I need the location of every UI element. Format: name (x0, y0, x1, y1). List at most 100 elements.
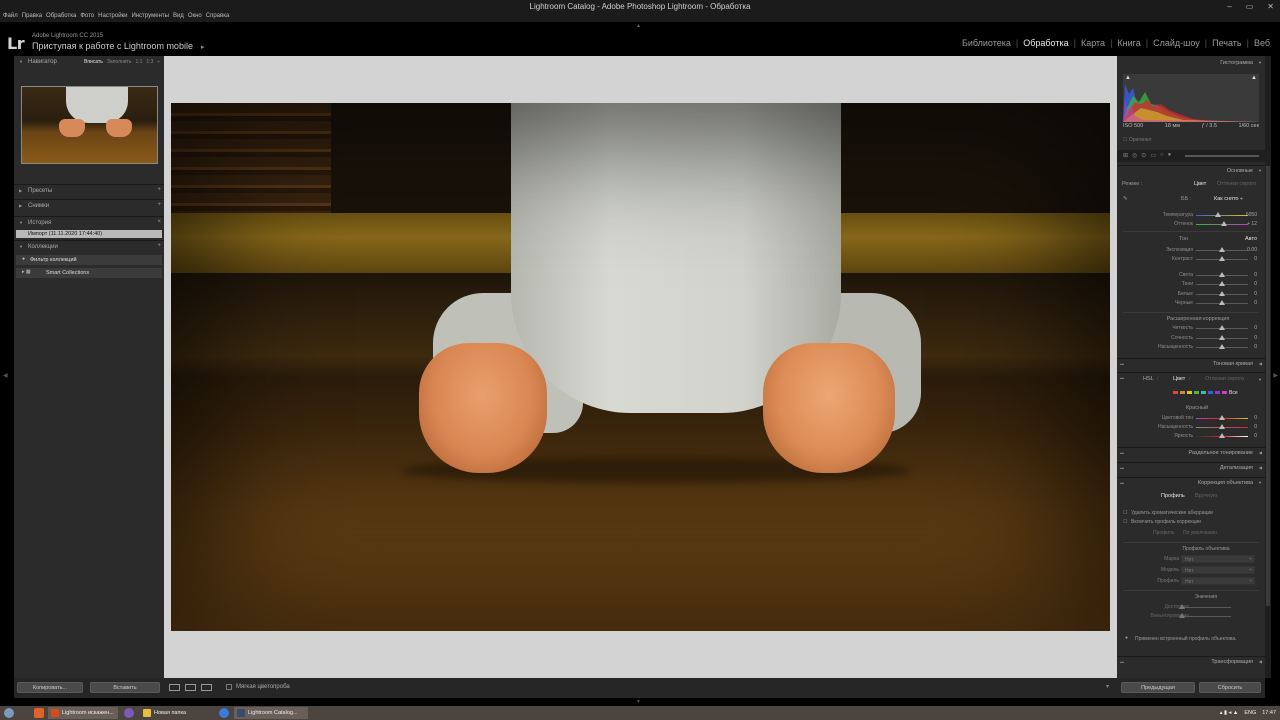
slider-value[interactable]: 0 (1254, 415, 1257, 421)
setup-select[interactable]: По умолчанию (1183, 530, 1217, 536)
slider-knob[interactable] (1219, 281, 1225, 286)
slider-knob[interactable] (1219, 424, 1225, 429)
right-basic-contrast-slider-row[interactable]: Контраст 0 (1117, 255, 1265, 264)
color-swatch-1[interactable] (1180, 391, 1185, 394)
lens-manual-tab[interactable]: Вручную (1195, 493, 1217, 499)
add-collection-icon[interactable]: + (157, 243, 161, 249)
spot-removal-icon[interactable]: ◎ (1132, 152, 1137, 159)
top-panel-toggle-icon[interactable]: ▲ (636, 23, 641, 29)
loupe-view-icon[interactable] (169, 684, 180, 691)
menu-window[interactable]: Окно (188, 13, 202, 19)
presets-header[interactable]: ▶ Пресеты + (14, 184, 164, 196)
slider-knob[interactable] (1219, 256, 1225, 261)
minimize-button[interactable]: – (1227, 2, 1231, 11)
history-step[interactable]: Импорт (11.11.2020 17:44:40) (16, 230, 162, 238)
right-hsl-hue-slider-row[interactable]: Цветовой тон 0 (1117, 414, 1265, 423)
module-2[interactable]: Карта (1077, 38, 1109, 48)
clear-history-icon[interactable]: × (157, 219, 161, 225)
auto-tone-button[interactable]: Авто (1245, 236, 1257, 242)
collections-header[interactable]: ▼ Коллекции + (14, 240, 164, 252)
slider-knob[interactable] (1219, 344, 1225, 349)
eyedropper-icon[interactable]: ✎ (1123, 196, 1128, 202)
module-3[interactable]: Книга (1113, 38, 1144, 48)
slider-value[interactable]: 0 (1254, 335, 1257, 341)
slider-knob[interactable] (1220, 221, 1227, 226)
right-hsl-lum-slider-row[interactable]: Яркость 0 (1117, 432, 1265, 441)
smart-collections-row[interactable]: ▸ ▦ Smart Collections (16, 268, 162, 278)
menu-view[interactable]: Вид (173, 13, 184, 19)
treatment-color-option[interactable]: Цвет (1194, 181, 1206, 187)
snapshots-header[interactable]: ▶ Снимки + (14, 199, 164, 211)
menu-file[interactable]: Файл (3, 13, 18, 19)
left-panel-toggle-icon[interactable]: ◀ (3, 372, 8, 379)
close-button[interactable]: ✕ (1267, 2, 1274, 11)
bw-tab[interactable]: Оттенки серого (1205, 376, 1244, 382)
slider-knob[interactable] (1219, 247, 1225, 252)
right-hsl-sat-slider-row[interactable]: Насыщенность 0 (1117, 423, 1265, 432)
slider-value[interactable]: 0 (1254, 256, 1257, 262)
softproof-checkbox[interactable] (226, 684, 232, 690)
navigator-preview[interactable] (21, 86, 158, 164)
original-photo-toggle[interactable]: ☐ Оригинал (1123, 137, 1151, 143)
copy-settings-button[interactable]: Копировать... (17, 682, 83, 693)
vignetting-knob[interactable] (1179, 613, 1185, 618)
tray-icons[interactable]: ▴ ▮ ◂ ▲ (1220, 710, 1239, 716)
panel-switch-icon[interactable]: ▬ (1120, 361, 1124, 366)
slider-value[interactable]: 0 (1254, 300, 1257, 306)
filmstrip-toggle-icon[interactable]: ▼ (636, 699, 641, 705)
start-button-icon[interactable] (4, 708, 14, 718)
make-select[interactable]: Нет ÷ (1181, 555, 1255, 563)
slider-value[interactable]: 0 (1254, 325, 1257, 331)
radial-filter-icon[interactable]: ○ (1160, 152, 1164, 159)
slider-knob[interactable] (1219, 433, 1225, 438)
model-select[interactable]: Нет ÷ (1181, 566, 1255, 574)
shadow-clipping-icon[interactable]: ▲ (1125, 75, 1131, 81)
histogram-header[interactable]: Гистограмма ▼ (1117, 58, 1265, 69)
right-basic-temp-slider-row[interactable]: Температура 6050 (1117, 211, 1265, 220)
firefox-icon[interactable] (34, 708, 44, 718)
slider-knob[interactable] (1219, 325, 1225, 330)
menu-photo[interactable]: Фото (80, 13, 94, 19)
maximize-button[interactable]: ▭ (1246, 2, 1254, 11)
right-basic-blacks-slider-row[interactable]: Черные 0 (1117, 299, 1265, 308)
scrollbar-thumb[interactable] (1266, 166, 1270, 606)
right-basic-highlights-slider-row[interactable]: Света 0 (1117, 271, 1265, 280)
vignetting-track[interactable] (1181, 616, 1231, 617)
color-swatch-2[interactable] (1187, 391, 1192, 394)
zoom-fill[interactable]: Заполнить (107, 59, 132, 65)
loupe-view[interactable] (164, 56, 1117, 678)
adjustment-brush-icon[interactable]: ● (1168, 152, 1172, 159)
slider-knob[interactable] (1219, 291, 1225, 296)
panel-switch-icon[interactable]: ▬ (1120, 375, 1124, 380)
profile-select[interactable]: Нет ÷ (1181, 577, 1255, 585)
right-basic-tint-slider-row[interactable]: Оттенок + 12 (1117, 220, 1265, 229)
treatment-bw-option[interactable]: Оттенки серого (1217, 181, 1256, 187)
collection-filter[interactable]: ● Фильтр коллекций (16, 255, 162, 265)
right-panel-scrollbar[interactable] (1265, 56, 1271, 678)
highlight-clipping-icon[interactable]: ▲ (1251, 75, 1257, 81)
history-header[interactable]: ▼ История × (14, 216, 164, 228)
slider-value[interactable]: 6050 (1246, 212, 1257, 218)
all-colors-option[interactable]: Все (1229, 390, 1238, 396)
slider-track[interactable] (1196, 215, 1248, 216)
split-toning-header[interactable]: ▬ Раздельное тонирование ◀ (1117, 447, 1265, 458)
color-swatch-4[interactable] (1201, 391, 1206, 394)
panel-switch-icon[interactable]: ▬ (1120, 659, 1124, 664)
panel-switch-icon[interactable]: ▬ (1120, 480, 1124, 485)
detail-header[interactable]: ▬ Детализация ◀ (1117, 462, 1265, 473)
lens-profile-tab[interactable]: Профиль (1161, 493, 1185, 499)
menu-develop[interactable]: Обработка (46, 13, 76, 19)
slider-value[interactable]: 0 (1254, 281, 1257, 287)
color-swatch-0[interactable] (1173, 391, 1178, 394)
zoom-fit[interactable]: Вписать (84, 59, 103, 65)
taskbar-item-lightroom-distortion[interactable]: Lightroom искажен... (48, 707, 118, 719)
viber-icon[interactable] (124, 708, 134, 718)
right-basic-whites-slider-row[interactable]: Белые 0 (1117, 290, 1265, 299)
right-basic-shadows-slider-row[interactable]: Тени 0 (1117, 280, 1265, 289)
tone-curve-header[interactable]: ▬ Тоновая кривая ◀ (1117, 358, 1265, 369)
navigator-header[interactable]: ▼ Навигатор Вписать Заполнить 1:1 1:3 ÷ (14, 56, 164, 68)
hsl-header[interactable]: ▬ HSL / Цвет / Оттенки серого ▼ (1117, 372, 1265, 386)
hsl-tab[interactable]: HSL (1143, 376, 1154, 382)
color-tab[interactable]: Цвет (1173, 376, 1185, 382)
menu-edit[interactable]: Правка (22, 13, 42, 19)
